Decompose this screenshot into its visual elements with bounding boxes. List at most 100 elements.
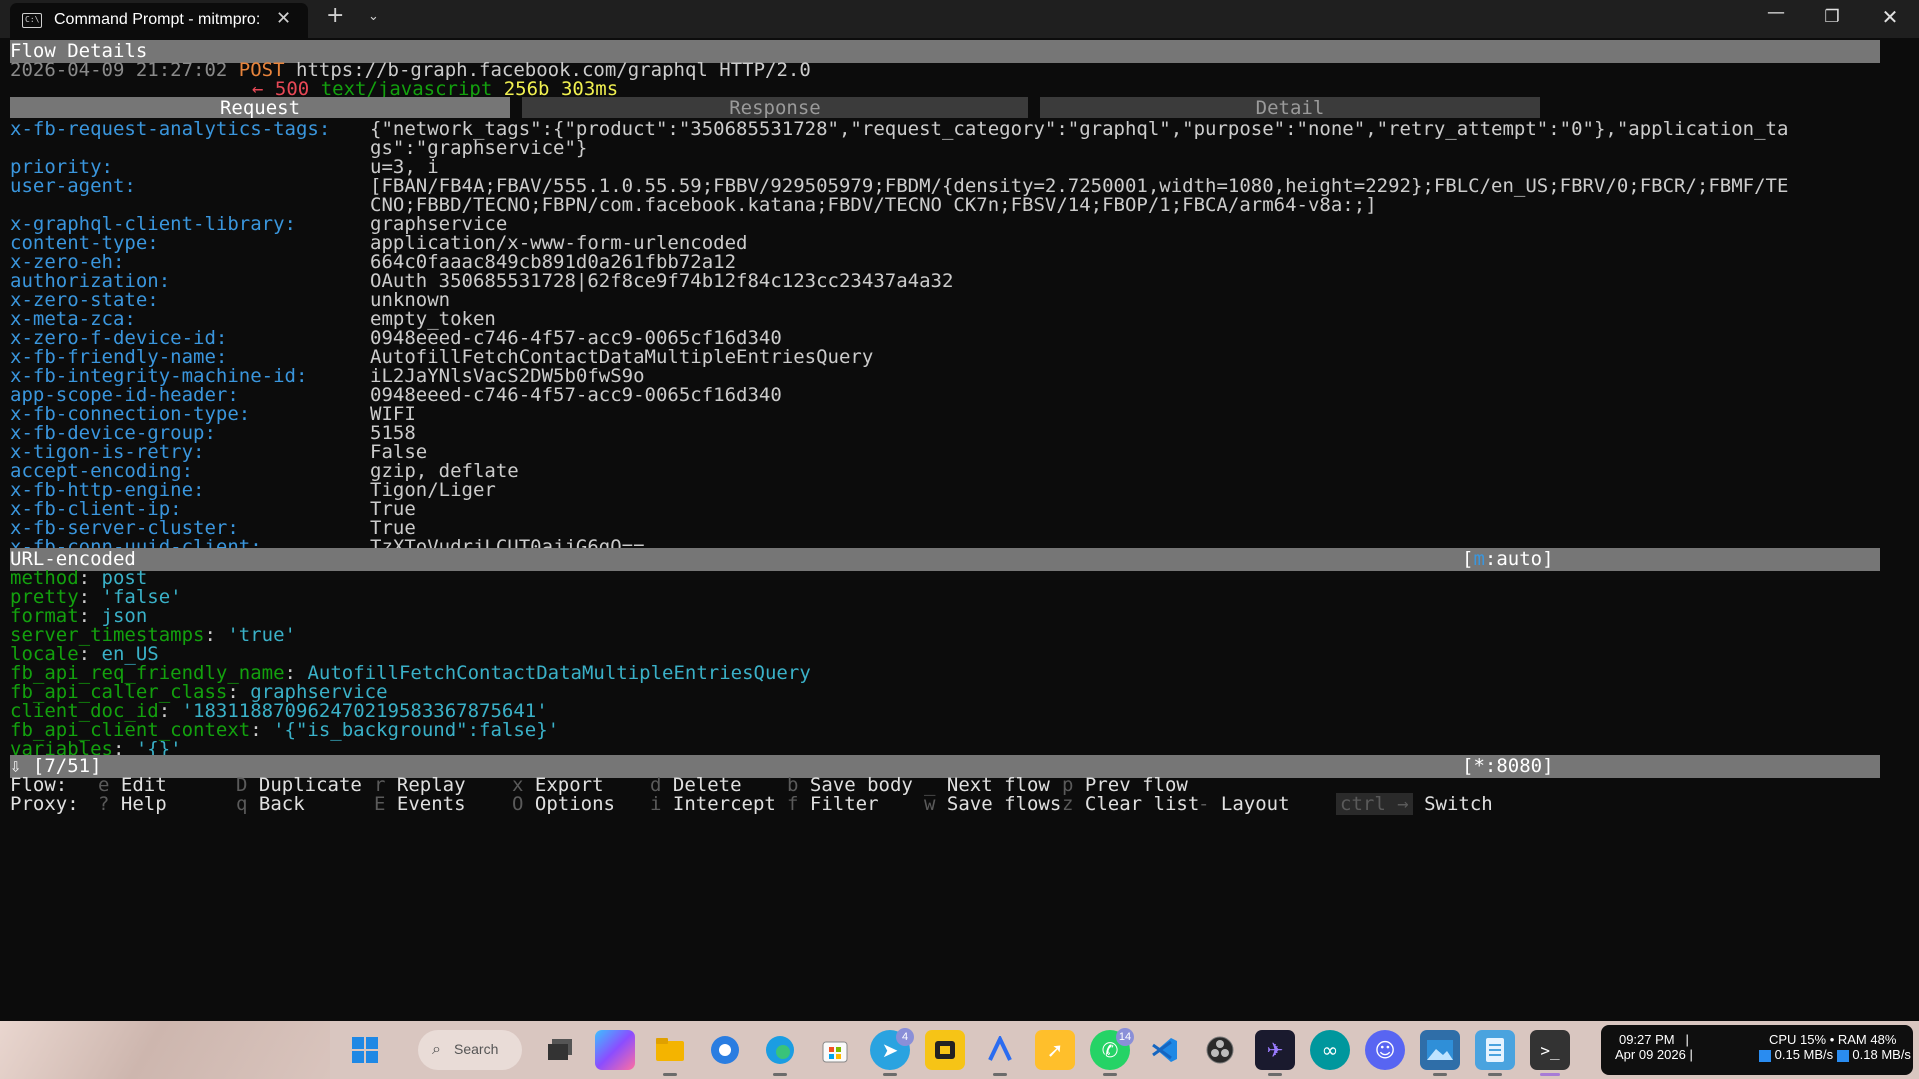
shortcut-gap bbox=[1209, 793, 1220, 815]
tab-request[interactable]: Request bbox=[10, 97, 510, 119]
time: 09:27 PM bbox=[1618, 1032, 1675, 1047]
tab-close-icon[interactable]: ✕ bbox=[276, 8, 291, 29]
edge-icon[interactable] bbox=[760, 1030, 800, 1076]
shortcut-layout[interactable]: - Layout bbox=[1198, 793, 1290, 816]
shortcut-label: Back bbox=[258, 793, 305, 815]
whatsapp-icon[interactable]: ✆ 14 bbox=[1090, 1028, 1134, 1076]
form-separator: : bbox=[250, 719, 274, 741]
running-indicator bbox=[883, 1073, 897, 1076]
shortcut-save-flows[interactable]: w Save flows bbox=[924, 793, 1061, 816]
running-indicator bbox=[1488, 1073, 1502, 1076]
m365-copilot-icon[interactable] bbox=[595, 1030, 635, 1070]
microsoft-store-icon[interactable] bbox=[815, 1030, 855, 1070]
shortcut-intercept[interactable]: i Intercept bbox=[650, 793, 776, 816]
file-explorer-icon[interactable] bbox=[650, 1030, 690, 1076]
shortcut-key: E bbox=[374, 793, 386, 815]
minimize-button[interactable]: — bbox=[1756, 2, 1796, 23]
running-indicator bbox=[1268, 1073, 1282, 1076]
shortcut-gap bbox=[385, 793, 396, 815]
arc-glyph bbox=[988, 1036, 1012, 1061]
clock-separator: | bbox=[1685, 1032, 1689, 1047]
obs-icon[interactable] bbox=[1200, 1030, 1240, 1070]
close-button[interactable]: ✕ bbox=[1870, 5, 1910, 29]
proxy-keys-label: Proxy: bbox=[10, 793, 79, 815]
telegram-badge: 4 bbox=[896, 1028, 914, 1046]
vscode-glyph bbox=[1152, 1038, 1177, 1062]
shortcut-label: Options bbox=[534, 793, 615, 815]
upload-speed: 0.15 MB/s bbox=[1774, 1047, 1834, 1062]
shortcut-label: Filter bbox=[809, 793, 879, 815]
shortcut-events[interactable]: E Events bbox=[374, 793, 466, 816]
app-arrow-icon[interactable]: ➚ bbox=[1035, 1030, 1075, 1070]
shortcut-gap bbox=[1073, 793, 1084, 815]
header-row: x-fb-request-analytics-tags: {"network_ta… bbox=[10, 118, 1880, 141]
shortcut-gap bbox=[935, 793, 946, 815]
shortcut-gap bbox=[523, 793, 534, 815]
shortcut-gap bbox=[247, 793, 258, 815]
shortcut-gap bbox=[798, 793, 809, 815]
task-view-glyph bbox=[548, 1039, 572, 1060]
vscode-icon[interactable] bbox=[1145, 1030, 1185, 1070]
app-purple-glyph: ✈ bbox=[1266, 1038, 1284, 1062]
discord-icon[interactable]: ☺ bbox=[1365, 1030, 1405, 1070]
listen-port: [*:8080] bbox=[1462, 755, 1554, 777]
search-input[interactable]: ⌕ Search bbox=[418, 1030, 522, 1070]
system-stats: CPU 15% • RAM 48% 0.15 MB/s 0.18 MB/s bbox=[1759, 1032, 1911, 1062]
running-indicator bbox=[663, 1073, 677, 1076]
folder-glyph bbox=[656, 1038, 684, 1061]
terminal-tab[interactable]: C:\ Command Prompt - mitmpro: ✕ bbox=[10, 3, 308, 38]
app-yellow-icon[interactable] bbox=[925, 1030, 965, 1070]
terminal-icon[interactable]: >_ bbox=[1530, 1030, 1570, 1076]
view-mode-indicator[interactable]: [m:auto] bbox=[1462, 548, 1554, 571]
start-button[interactable] bbox=[345, 1030, 385, 1070]
running-indicator bbox=[993, 1073, 1007, 1076]
app-purple-icon[interactable]: ✈ bbox=[1255, 1030, 1295, 1076]
header-key: x-fb-request-analytics-tags: bbox=[10, 118, 331, 140]
store-glyph bbox=[822, 1041, 848, 1063]
mode-key: m bbox=[1473, 548, 1485, 570]
telegram-icon[interactable]: ➤ 4 bbox=[870, 1028, 914, 1076]
shortcut-key: w bbox=[924, 793, 936, 815]
shortcut-key: q bbox=[236, 793, 248, 815]
app-yellow-glyph bbox=[935, 1041, 955, 1059]
shortcut-gap bbox=[109, 793, 120, 815]
notepad-icon[interactable] bbox=[1475, 1030, 1515, 1076]
shortcut-key: O bbox=[512, 793, 524, 815]
whatsapp-badge: 14 bbox=[1116, 1028, 1134, 1046]
notepad-glyph bbox=[1486, 1038, 1504, 1062]
shortcut-options[interactable]: O Options bbox=[512, 793, 615, 816]
shortcut-key: ctrl → bbox=[1336, 793, 1413, 815]
windows-icon bbox=[352, 1037, 378, 1063]
chrome-canary-icon[interactable] bbox=[705, 1030, 745, 1070]
clock[interactable]: 09:27 PM | Apr 09 2026 | bbox=[1615, 1032, 1693, 1062]
mode-value: :auto] bbox=[1484, 548, 1554, 570]
wallpaper-strip bbox=[0, 1021, 330, 1079]
terminal-content[interactable]: Flow Details 2026-04-09 21:27:02 POST ht… bbox=[10, 40, 1880, 1020]
shortcut-key: z bbox=[1062, 793, 1074, 815]
restore-button[interactable]: ❐ bbox=[1812, 7, 1852, 27]
tab-response[interactable]: Response bbox=[522, 97, 1028, 119]
search-placeholder: Search bbox=[454, 1041, 499, 1057]
system-tray[interactable]: 09:27 PM | Apr 09 2026 | CPU 15% • RAM 4… bbox=[1601, 1025, 1913, 1075]
new-tab-button[interactable]: + bbox=[326, 3, 344, 28]
shortcut-back[interactable]: q Back bbox=[236, 793, 305, 816]
search-icon: ⌕ bbox=[432, 1039, 441, 1058]
arc-icon[interactable] bbox=[980, 1030, 1020, 1076]
arduino-icon[interactable]: ∞ bbox=[1310, 1030, 1350, 1070]
task-view-icon[interactable] bbox=[540, 1030, 580, 1070]
chevron-down-icon[interactable]: ⌄ bbox=[368, 9, 379, 24]
form-value: '{"is_background":false}' bbox=[273, 719, 560, 741]
photos-icon[interactable] bbox=[1420, 1030, 1460, 1076]
download-icon bbox=[1836, 1049, 1849, 1062]
running-indicator bbox=[773, 1073, 787, 1076]
shortcut-filter[interactable]: f Filter bbox=[787, 793, 879, 816]
header-key: user-agent: bbox=[10, 175, 136, 197]
active-indicator bbox=[1540, 1073, 1560, 1076]
download-speed: 0.18 MB/s bbox=[1852, 1047, 1911, 1062]
shortcut-switch[interactable]: ctrl → Switch bbox=[1336, 793, 1493, 816]
tab-detail[interactable]: Detail bbox=[1040, 97, 1540, 119]
shortcut-clear-list[interactable]: z Clear list bbox=[1062, 793, 1199, 816]
shortcut-help[interactable]: ? Help bbox=[98, 793, 167, 816]
cpu-ram: CPU 15% • RAM 48% bbox=[1769, 1032, 1897, 1047]
edge-glyph bbox=[766, 1036, 794, 1064]
